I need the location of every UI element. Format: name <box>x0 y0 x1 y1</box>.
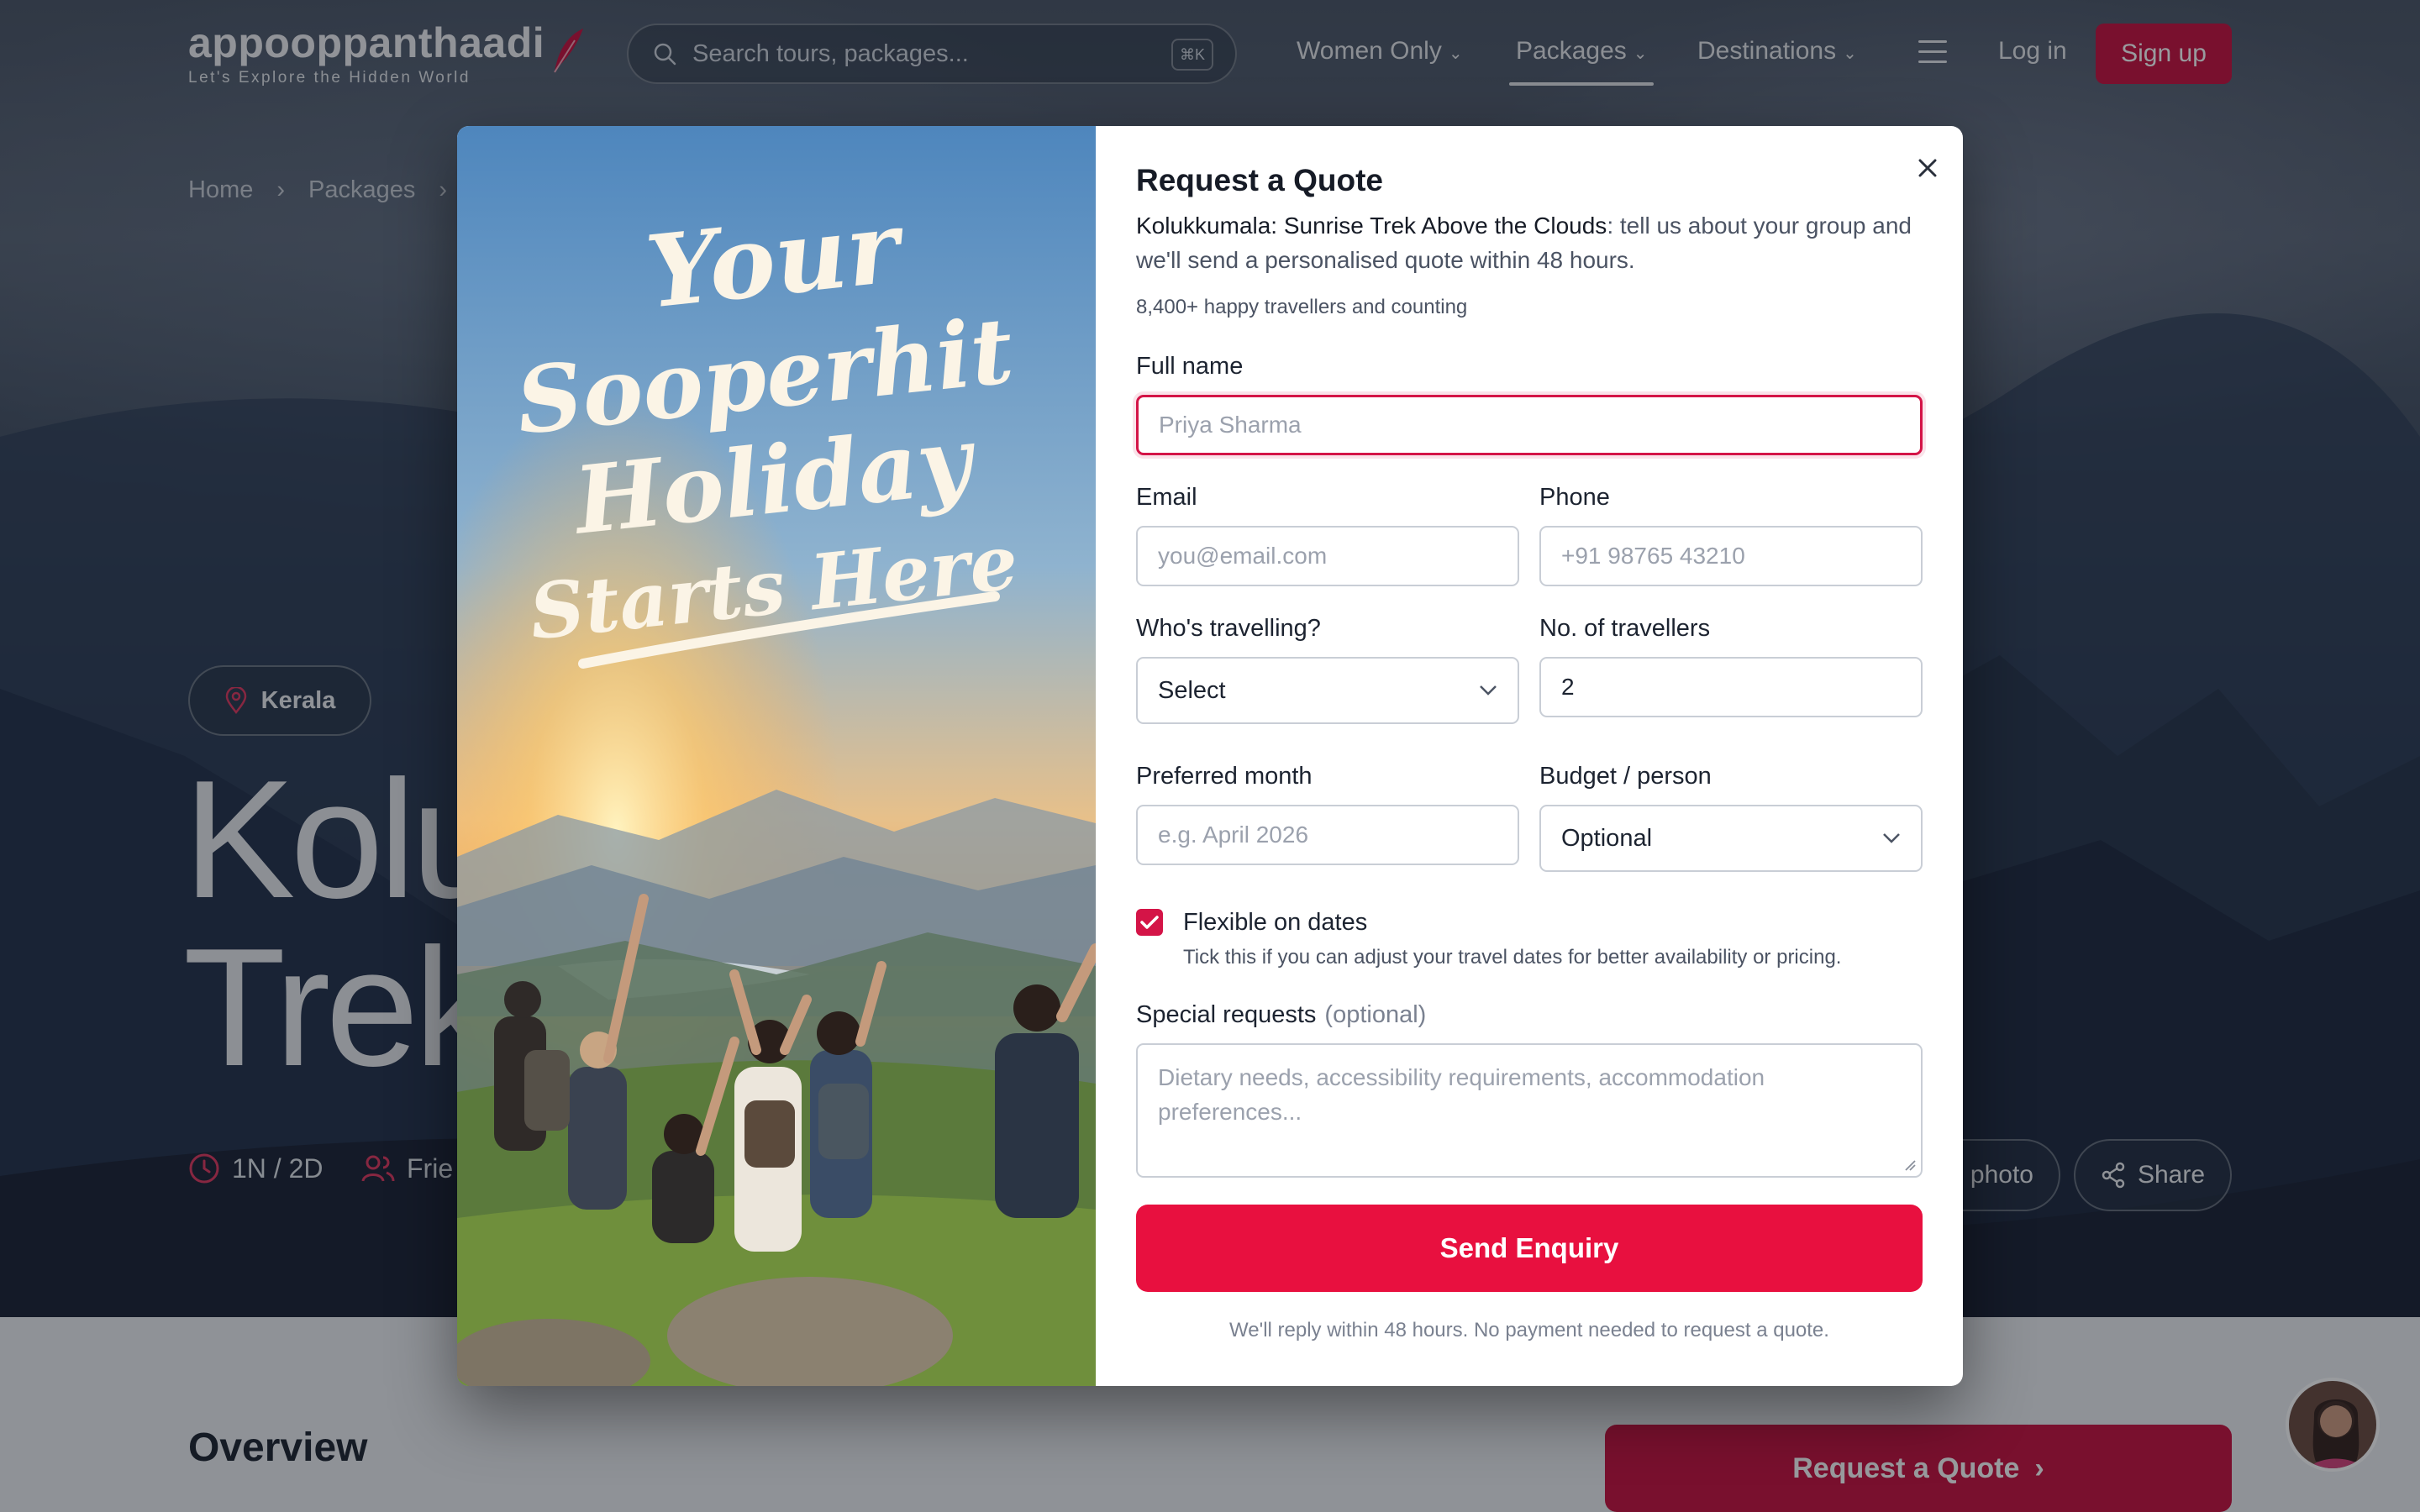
budget-select[interactable]: Optional <box>1539 805 1923 872</box>
flexible-dates-help: Tick this if you can adjust your travel … <box>1183 946 1842 969</box>
close-icon[interactable] <box>1909 150 1946 186</box>
who-travelling-value: Select <box>1158 676 1226 704</box>
budget-value: Optional <box>1561 824 1653 852</box>
budget-label: Budget / person <box>1539 763 1712 790</box>
email-label: Email <box>1136 484 1197 511</box>
travellers-label: No. of travellers <box>1539 615 1711 642</box>
special-requests-placeholder: Dietary needs, accessibility requirement… <box>1158 1064 1765 1125</box>
modal-title: Request a Quote <box>1136 163 1383 197</box>
flexible-dates-checkbox[interactable] <box>1136 909 1163 936</box>
flexible-dates-label[interactable]: Flexible on dates <box>1183 909 1367 937</box>
month-field[interactable]: e.g. April 2026 <box>1136 805 1519 865</box>
quote-modal: Your Sooperhit Holiday Starts Here Reque… <box>457 126 1963 1386</box>
modal-poster: Your Sooperhit Holiday Starts Here <box>457 126 1096 1386</box>
travellers-field[interactable]: 2 <box>1539 657 1923 717</box>
modal-intro: Kolukkumala: Sunrise Trek Above the Clou… <box>1136 208 1918 277</box>
who-travelling-select[interactable]: Select <box>1136 657 1519 724</box>
social-proof: 8,400+ happy travellers and counting <box>1136 296 1468 318</box>
email-field[interactable]: you@email.com <box>1136 526 1519 586</box>
quote-form: Request a Quote Kolukkumala: Sunrise Tre… <box>1096 126 1963 1386</box>
special-requests-text: Special requests <box>1136 1001 1317 1028</box>
special-requests-label: Special requests (optional) <box>1136 1001 1426 1029</box>
phone-label: Phone <box>1539 484 1610 511</box>
phone-field[interactable]: +91 98765 43210 <box>1539 526 1923 586</box>
who-travelling-label: Who's travelling? <box>1136 615 1321 642</box>
optional-tag: (optional) <box>1324 1001 1427 1028</box>
poster-headline: Your Sooperhit Holiday Starts Here <box>512 187 1022 669</box>
reply-note: We'll reply within 48 hours. No payment … <box>1229 1319 1829 1341</box>
package-name: Kolukkumala: Sunrise Trek Above the Clou… <box>1136 213 1607 239</box>
poster-line-1: Your <box>641 187 911 330</box>
special-requests-textarea[interactable]: Dietary needs, accessibility requirement… <box>1136 1043 1923 1178</box>
check-icon <box>1140 916 1159 929</box>
full-name-label: Full name <box>1136 353 1244 380</box>
chevron-down-icon <box>1480 685 1497 696</box>
chevron-down-icon <box>1883 833 1900 843</box>
resize-grip-icon[interactable] <box>1902 1158 1916 1171</box>
send-enquiry-button[interactable]: Send Enquiry <box>1136 1205 1923 1292</box>
month-label: Preferred month <box>1136 763 1313 790</box>
full-name-field[interactable]: Priya Sharma <box>1136 395 1923 455</box>
